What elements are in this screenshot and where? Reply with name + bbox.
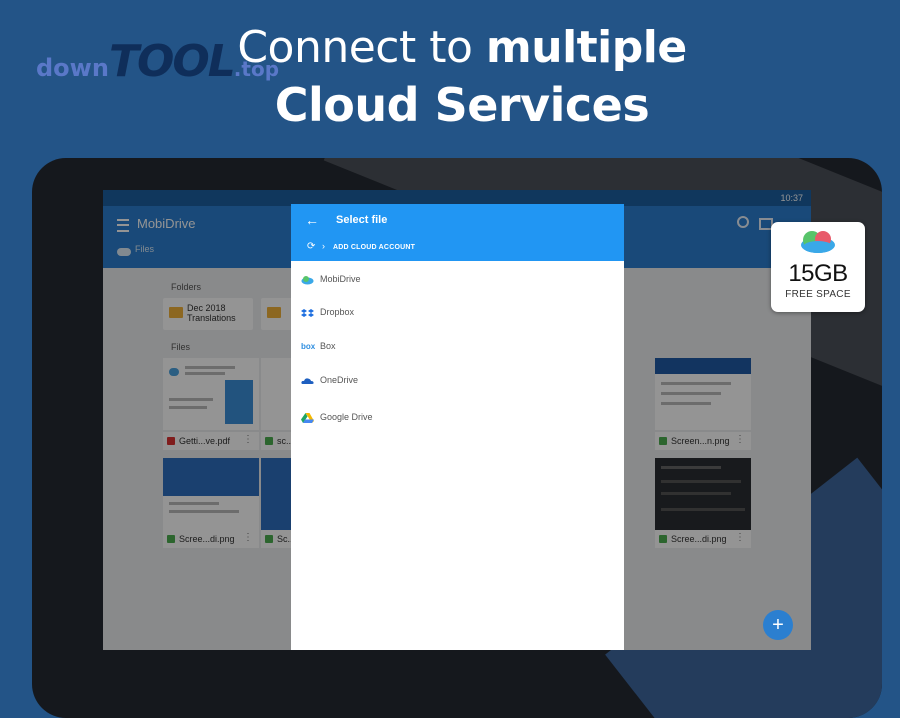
headline-line1-bold: multiple — [485, 22, 687, 73]
dialog-title: Select file — [336, 214, 388, 226]
add-cloud-account-button[interactable]: ADD CLOUD ACCOUNT — [333, 244, 415, 251]
back-arrow-icon[interactable]: ← — [305, 212, 319, 228]
chevron-right-icon: › — [322, 241, 325, 251]
add-cloud-icon: ⟳ — [307, 241, 316, 252]
service-item-mobidrive[interactable]: MobiDrive — [291, 270, 624, 292]
free-space-badge: 15GB FREE SPACE — [771, 222, 865, 312]
onedrive-icon — [301, 378, 314, 384]
google-drive-icon — [301, 413, 314, 423]
free-space-size: 15GB — [788, 260, 848, 287]
watermark-part2: TOOL — [108, 36, 236, 87]
free-space-label: FREE SPACE — [785, 289, 851, 300]
watermark-part1: down — [36, 54, 109, 82]
service-item-box[interactable]: box Box — [291, 337, 624, 359]
box-icon: box — [301, 342, 316, 351]
service-item-onedrive[interactable]: OneDrive — [291, 371, 624, 393]
dropbox-icon — [301, 309, 314, 317]
add-fab-button[interactable]: + — [763, 610, 793, 640]
mobidrive-cloud-icon — [301, 276, 314, 285]
service-label: Google Drive — [320, 412, 373, 422]
select-file-dialog: ← Select file ⟳ › ADD CLOUD ACCOUNT Mobi… — [291, 204, 624, 650]
watermark-part3: .top — [233, 57, 280, 81]
dialog-header: ← Select file ⟳ › ADD CLOUD ACCOUNT — [291, 204, 624, 261]
service-label: Box — [320, 341, 336, 351]
service-label: Dropbox — [320, 307, 355, 317]
watermark-logo: downTOOL.top — [36, 36, 279, 87]
service-label: OneDrive — [320, 375, 359, 385]
service-item-google-drive[interactable]: Google Drive — [291, 408, 624, 430]
service-item-dropbox[interactable]: Dropbox — [291, 303, 624, 325]
mobidrive-logo-icon — [801, 231, 835, 253]
service-label: MobiDrive — [320, 274, 361, 284]
